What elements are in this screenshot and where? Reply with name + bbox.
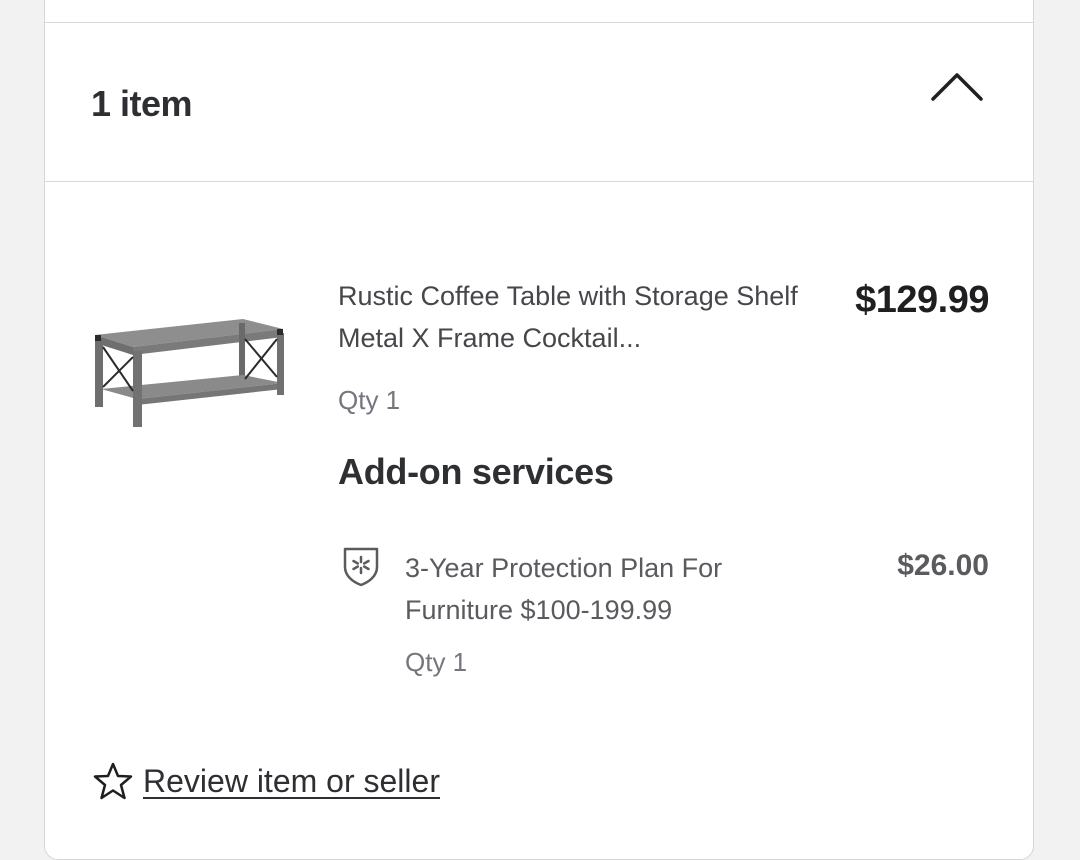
order-item-card: 1 item Rustic Coffee Table with Storage … (44, 0, 1034, 860)
item-count-label: 1 item (91, 83, 193, 124)
header-divider (45, 181, 1033, 182)
review-item-link[interactable]: Review item or seller (93, 759, 440, 803)
product-name[interactable]: Rustic Coffee Table with Storage Shelf M… (338, 275, 808, 359)
addon-services-heading: Add-on services (338, 451, 614, 492)
addon-qty: Qty 1 (405, 647, 468, 677)
chevron-up-icon[interactable] (929, 65, 985, 105)
addon-price: $26.00 (897, 549, 989, 582)
product-qty: Qty 1 (338, 385, 401, 415)
items-header[interactable]: 1 item (45, 23, 1033, 182)
star-outline-icon (93, 762, 133, 800)
shield-icon (343, 547, 379, 587)
review-item-label[interactable]: Review item or seller (143, 763, 440, 800)
addon-name: 3-Year Protection Plan For Furniture $10… (405, 553, 723, 625)
coffee-table-image[interactable] (93, 317, 289, 429)
product-price: $129.99 (855, 279, 989, 321)
